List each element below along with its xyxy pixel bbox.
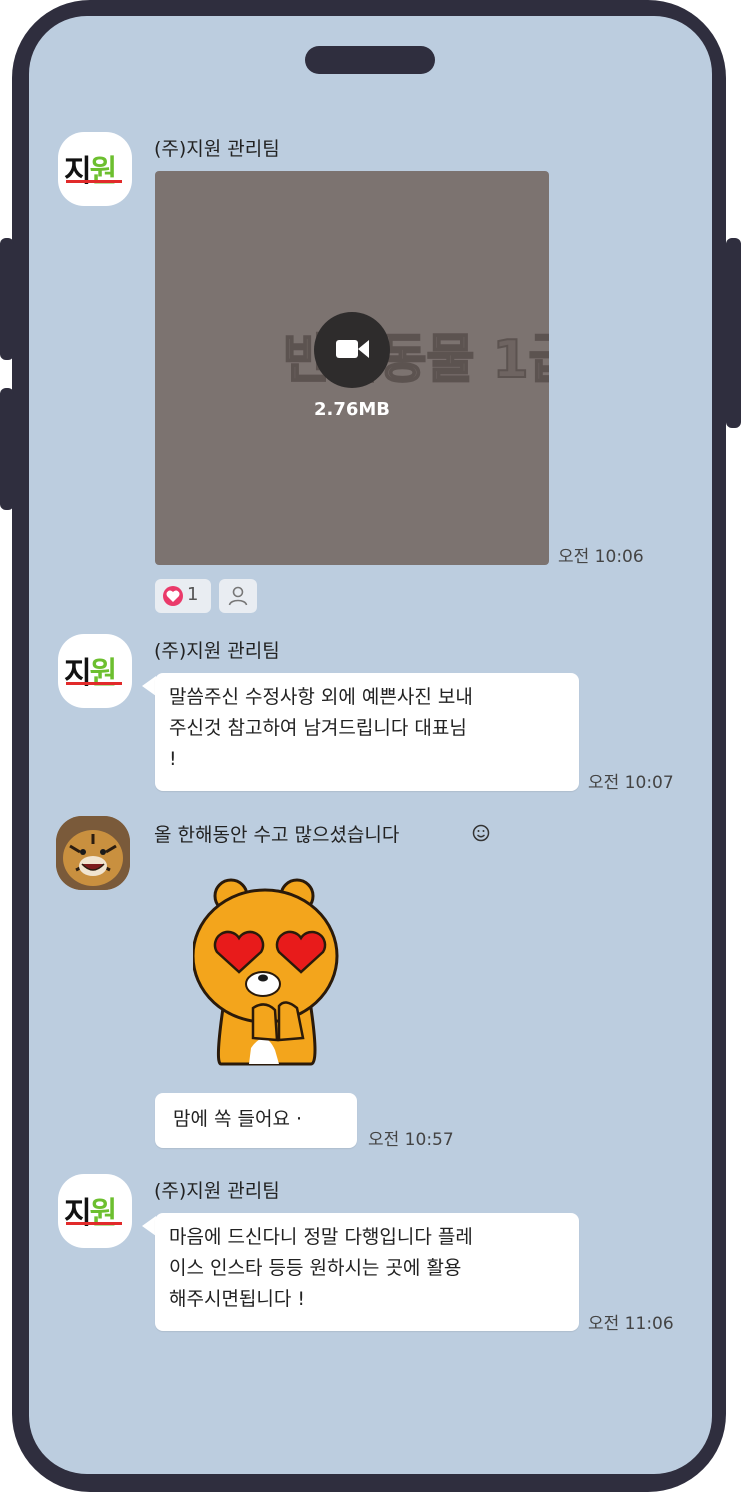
sender-avatar[interactable]: 지원 <box>58 132 132 206</box>
add-reaction-button[interactable] <box>219 579 257 613</box>
message-bubble[interactable]: 말씀주신 수정사항 외에 예쁜사진 보내 주신것 참고하여 남겨드립니다 대표님… <box>155 673 579 791</box>
person-icon <box>228 586 248 606</box>
message-time: 오전 10:57 <box>368 1130 454 1150</box>
message-time: 오전 10:07 <box>588 773 674 793</box>
sender-name: (주)지원 관리팀 <box>154 138 280 160</box>
company-logo: 지원 <box>64 648 122 692</box>
reaction-count: 1 <box>187 584 199 605</box>
heart-reaction[interactable]: 1 <box>155 579 211 613</box>
message-bubble[interactable]: 맘에 쏙 들어요 · <box>155 1093 357 1148</box>
sender-avatar[interactable]: 지원 <box>58 1174 132 1248</box>
video-file-size: 2.76MB <box>313 399 391 420</box>
heart-icon <box>163 586 183 606</box>
sender-name: (주)지원 관리팀 <box>154 1180 280 1202</box>
video-message[interactable]: 반려동물 1급 2.76MB <box>155 171 549 565</box>
company-logo: 지원 <box>64 1188 122 1232</box>
side-button-left-lower <box>0 388 14 510</box>
sender-avatar[interactable]: 지원 <box>58 634 132 708</box>
video-camera-icon <box>336 340 358 358</box>
message-time: 오전 10:06 <box>558 547 644 567</box>
notch <box>305 46 435 74</box>
message-text: 올 한해동안 수고 많으셨습니다 <box>154 824 400 846</box>
video-play-button[interactable] <box>314 312 390 388</box>
message-bubble[interactable]: 마음에 드신다니 정말 다행입니다 플레 이스 인스타 등등 원하시는 곳에 활… <box>155 1213 579 1331</box>
user-avatar-tiger[interactable] <box>56 816 130 890</box>
chat-screen[interactable]: 지원 (주)지원 관리팀 반려동물 1급 2.76MB 오전 10:06 1 지… <box>29 16 712 1474</box>
company-logo: 지원 <box>64 146 122 190</box>
ryan-heart-eyes-sticker[interactable] <box>191 878 353 1068</box>
message-time: 오전 11:06 <box>588 1314 674 1334</box>
smile-emoji-icon <box>472 824 490 842</box>
side-button-right <box>726 238 741 428</box>
sender-name: (주)지원 관리팀 <box>154 640 280 662</box>
side-button-left-upper <box>0 238 14 360</box>
